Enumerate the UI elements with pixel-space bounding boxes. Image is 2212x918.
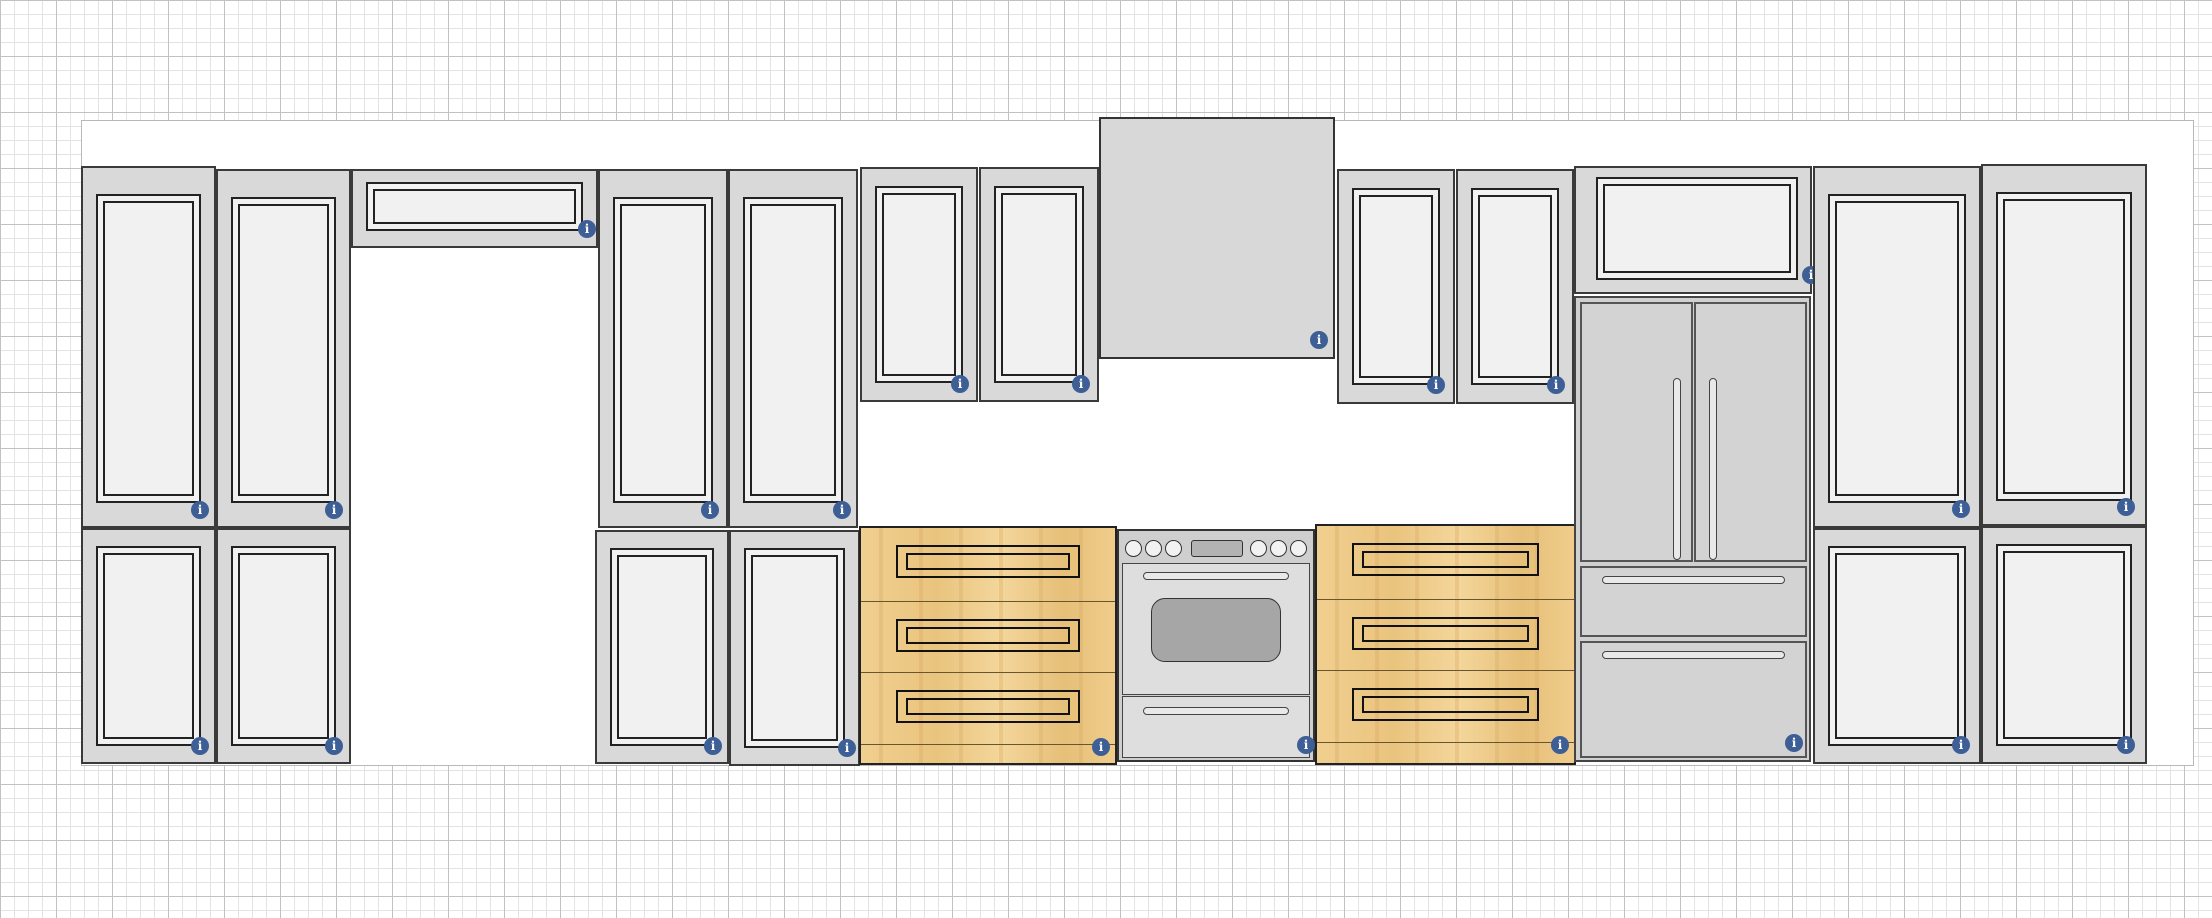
drawer[interactable] — [861, 528, 1115, 602]
drawer[interactable] — [1317, 600, 1574, 671]
drawer-base-cabinet-left[interactable]: i — [859, 526, 1117, 765]
cabinet-door-panel — [994, 186, 1084, 383]
freezer-drawer-lower[interactable] — [1580, 641, 1807, 758]
drawer[interactable] — [861, 673, 1115, 745]
oven-window — [1151, 598, 1281, 662]
upper-cabinet-1[interactable]: i — [81, 166, 216, 528]
info-icon[interactable]: i — [838, 739, 856, 757]
cabinet-door-panel — [1996, 544, 2132, 746]
oven-handle — [1143, 572, 1289, 580]
upper-cabinet-left-of-hood-1[interactable]: i — [860, 167, 978, 402]
upper-cabinet-right-of-hood-2[interactable]: i — [1456, 169, 1574, 404]
info-icon[interactable]: i — [1427, 376, 1445, 394]
upper-cabinet-over-opening[interactable]: i — [351, 169, 598, 248]
upper-cabinet-4[interactable]: i — [728, 169, 858, 528]
info-icon[interactable]: i — [1310, 331, 1328, 349]
base-cabinet-3[interactable]: i — [595, 530, 729, 764]
base-cabinet-5[interactable]: i — [1813, 528, 1981, 764]
info-icon[interactable]: i — [2117, 498, 2135, 516]
cabinet-door-panel — [96, 194, 201, 503]
drawer[interactable] — [1317, 671, 1574, 743]
cabinet-door-panel — [1996, 192, 2132, 501]
refrigerator[interactable]: i — [1574, 296, 1811, 762]
cabinet-door-panel — [1596, 177, 1798, 280]
upper-cabinet-right-of-hood-1[interactable]: i — [1337, 169, 1455, 404]
cabinet-door-panel — [610, 548, 714, 746]
info-icon[interactable]: i — [701, 501, 719, 519]
drawer[interactable] — [861, 602, 1115, 673]
info-icon[interactable]: i — [951, 375, 969, 393]
info-icon[interactable]: i — [578, 220, 596, 238]
range-oven[interactable]: i — [1117, 529, 1315, 762]
drawer-pull — [1352, 688, 1539, 721]
info-icon[interactable]: i — [1297, 736, 1315, 754]
upper-cabinet-6[interactable]: i — [1981, 164, 2147, 526]
oven-door[interactable] — [1122, 563, 1310, 695]
fridge-handle — [1709, 378, 1717, 560]
cabinet-door-panel — [1352, 188, 1440, 385]
freezer-drawer-upper[interactable] — [1580, 566, 1807, 637]
info-icon[interactable]: i — [1785, 734, 1803, 752]
info-icon[interactable]: i — [1547, 376, 1565, 394]
upper-cabinet-2[interactable]: i — [216, 169, 351, 528]
fridge-handle — [1673, 378, 1681, 560]
drawer-handle — [1602, 576, 1785, 584]
cabinet-door-panel — [875, 186, 963, 383]
upper-cabinet-over-refrigerator[interactable]: i — [1574, 166, 1820, 294]
base-cabinet-1[interactable]: i — [81, 528, 216, 764]
cabinet-door-panel — [1828, 194, 1966, 503]
burner-knob-icon — [1125, 540, 1142, 557]
info-icon[interactable]: i — [1072, 375, 1090, 393]
warming-drawer[interactable] — [1122, 696, 1310, 758]
drawer-handle — [1143, 707, 1289, 715]
cabinet-door-panel — [743, 197, 843, 503]
drawer-pull — [1352, 543, 1539, 576]
info-icon[interactable]: i — [833, 501, 851, 519]
drawer-handle — [1602, 651, 1785, 659]
upper-cabinet-left-of-hood-2[interactable]: i — [979, 167, 1099, 402]
fridge-door-right[interactable] — [1694, 302, 1807, 562]
burner-knob-icon — [1145, 540, 1162, 557]
cabinet-door-panel — [231, 546, 336, 746]
cabinet-door-panel — [96, 546, 201, 746]
info-icon[interactable]: i — [1092, 738, 1110, 756]
info-icon[interactable]: i — [1551, 736, 1569, 754]
upper-cabinet-3[interactable]: i — [598, 169, 728, 528]
info-icon[interactable]: i — [191, 737, 209, 755]
range-hood[interactable]: i — [1099, 117, 1335, 359]
burner-knob-icon — [1290, 540, 1307, 557]
cabinet-door-panel — [613, 197, 713, 503]
cabinet-door-panel — [1828, 546, 1966, 746]
cabinet-door-panel — [744, 548, 845, 748]
range-display — [1191, 540, 1243, 557]
upper-cabinet-5[interactable]: i — [1813, 166, 1981, 528]
burner-knob-icon — [1165, 540, 1182, 557]
burner-knob-icon — [1270, 540, 1287, 557]
burner-knob-icon — [1250, 540, 1267, 557]
drawer-pull — [896, 690, 1080, 723]
base-cabinet-6[interactable]: i — [1981, 526, 2147, 764]
drawer-pull — [896, 619, 1080, 652]
cabinet-door-panel — [366, 182, 583, 231]
base-cabinet-2[interactable]: i — [216, 528, 351, 764]
drawer-pull — [896, 545, 1080, 578]
info-icon[interactable]: i — [325, 501, 343, 519]
info-icon[interactable]: i — [1952, 736, 1970, 754]
cabinet-door-panel — [231, 197, 336, 503]
drawer-pull — [1352, 617, 1539, 650]
base-cabinet-4[interactable]: i — [729, 530, 860, 766]
info-icon[interactable]: i — [1952, 500, 1970, 518]
drawer-base-cabinet-right[interactable]: i — [1315, 524, 1576, 765]
info-icon[interactable]: i — [2117, 736, 2135, 754]
info-icon[interactable]: i — [191, 501, 209, 519]
drawer[interactable] — [1317, 526, 1574, 600]
cabinet-door-panel — [1471, 188, 1559, 385]
info-icon[interactable]: i — [325, 737, 343, 755]
fridge-door-left[interactable] — [1580, 302, 1693, 562]
info-icon[interactable]: i — [704, 737, 722, 755]
